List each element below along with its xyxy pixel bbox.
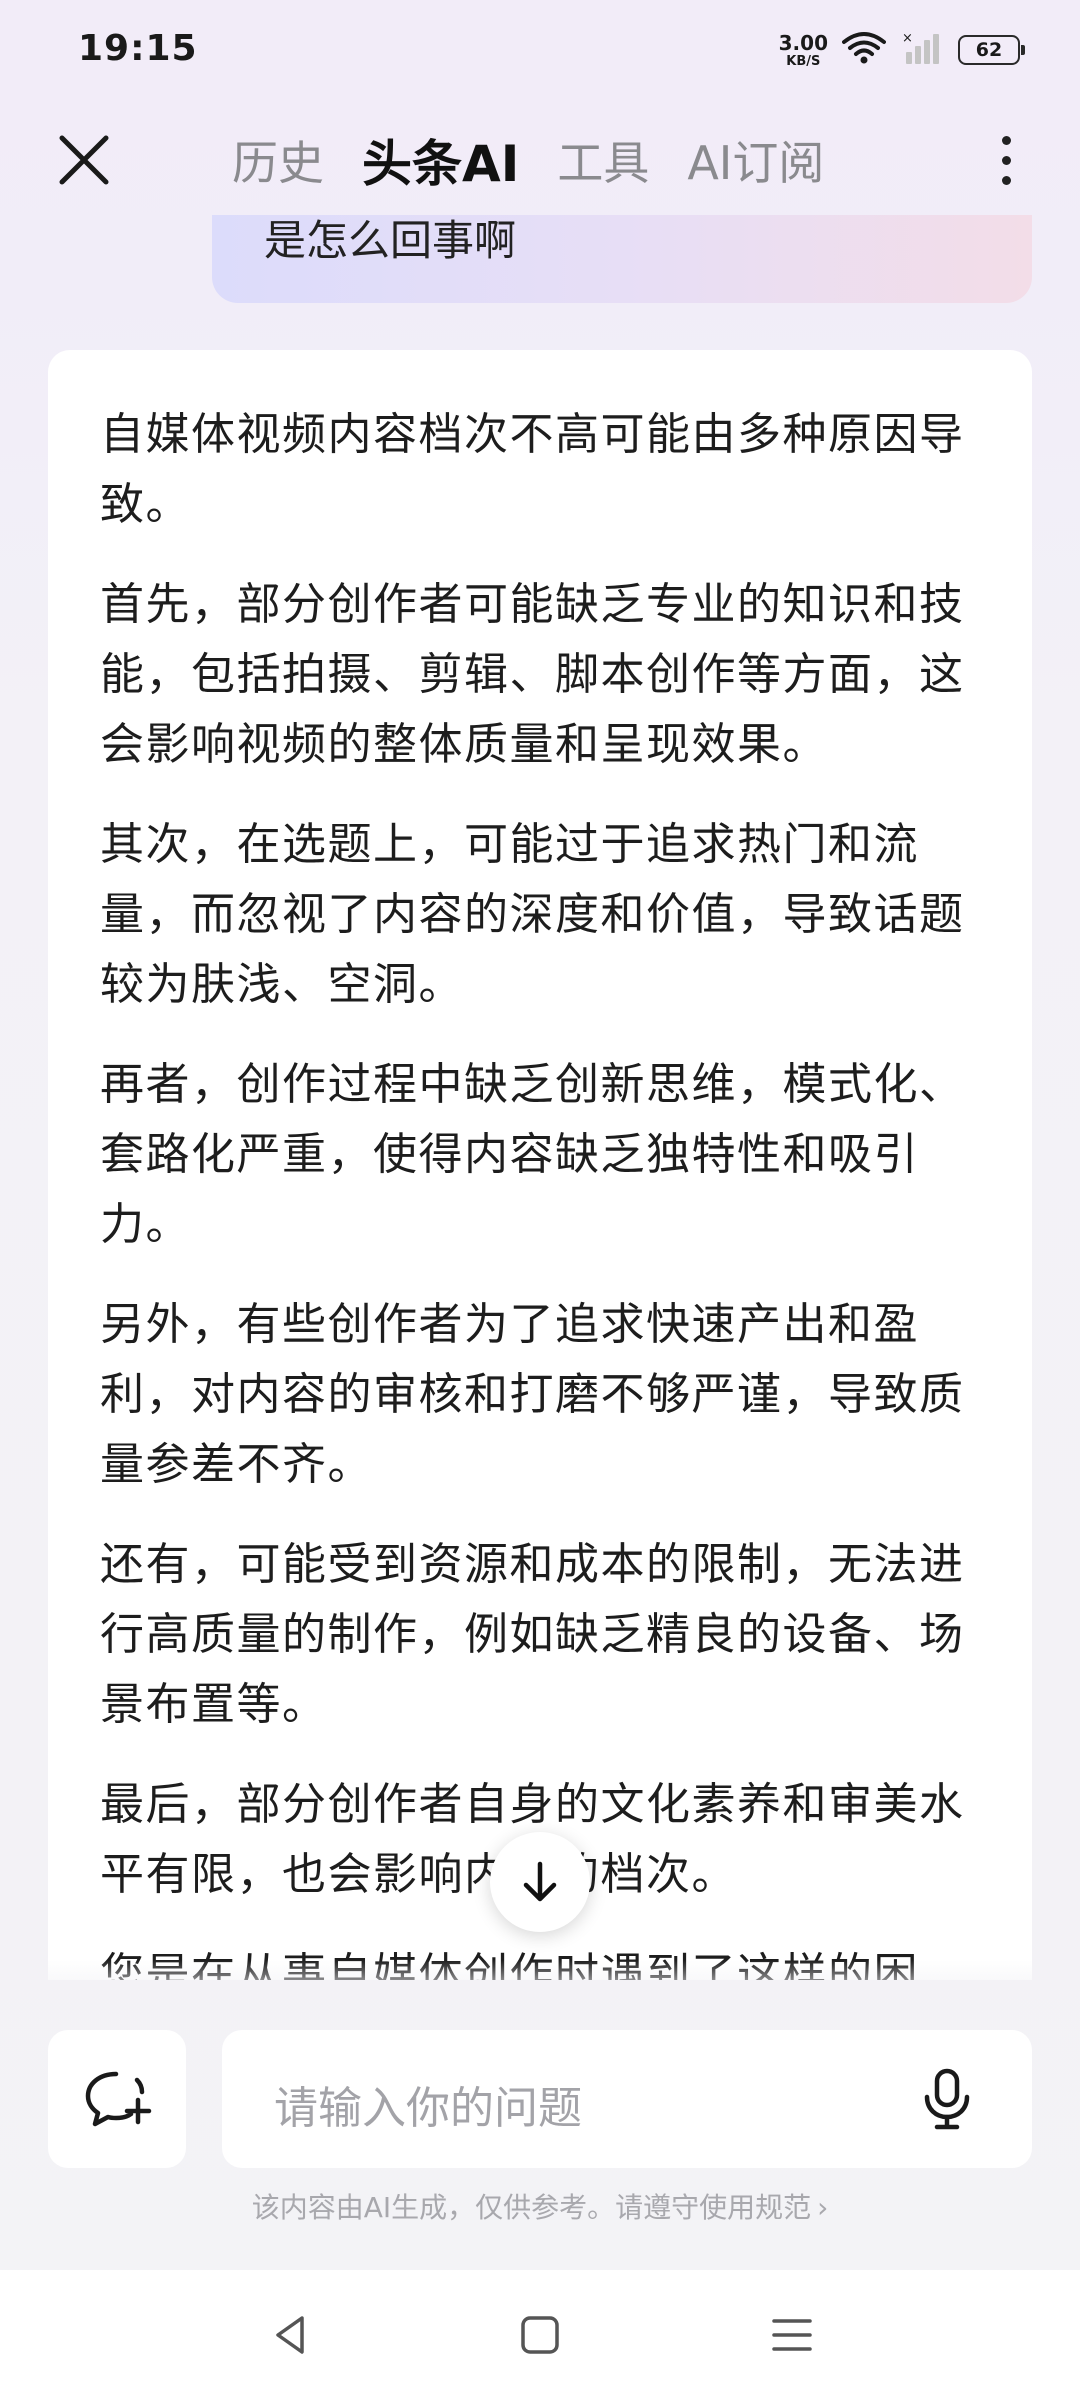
chat-area[interactable]: 是怎么回事啊 自媒体视频内容档次不高可能由多种原因导致。 首先，部分创作者可能缺… <box>0 215 1080 1980</box>
more-dot <box>1001 175 1011 185</box>
scroll-to-bottom-button[interactable] <box>490 1832 590 1932</box>
ai-answer-card: 自媒体视频内容档次不高可能由多种原因导致。 首先，部分创作者可能缺乏专业的知识和… <box>48 350 1032 1980</box>
answer-paragraph: 另外，有些创作者为了追求快速产出和盈利，对内容的审核和打磨不够严谨，导致质量参差… <box>100 1299 965 1490</box>
back-button[interactable] <box>250 2295 330 2375</box>
tab-bar: 历史 头条AI 工具 AI订阅 <box>232 124 824 196</box>
tab-ai-subscription[interactable]: AI订阅 <box>687 127 824 193</box>
answer-paragraph: 还有，可能受到资源和成本的限制，无法进行高质量的制作，例如缺乏精良的设备、场景布… <box>100 1539 965 1730</box>
status-bar: 19:15 3.00 KB/S × 62 <box>0 0 1080 100</box>
system-nav-bar <box>0 2270 1080 2400</box>
svg-text:×: × <box>902 31 913 46</box>
back-triangle-icon <box>276 2316 304 2354</box>
user-message-bubble: 是怎么回事啊 <box>212 215 1032 303</box>
user-message-text: 是怎么回事啊 <box>264 216 517 265</box>
status-icons: 3.00 KB/S × 62 <box>779 26 1025 74</box>
network-speed-unit: KB/S <box>786 53 821 69</box>
close-button[interactable] <box>48 124 120 196</box>
recents-button[interactable] <box>752 2295 832 2375</box>
fade-mask <box>0 1960 1080 1980</box>
wifi-icon <box>842 31 886 69</box>
signal-icon: × <box>900 30 944 70</box>
home-button[interactable] <box>500 2295 580 2375</box>
tab-toutiao-ai[interactable]: 头条AI <box>362 124 519 196</box>
network-speed: 3.00 KB/S <box>779 33 828 68</box>
voice-input-button[interactable] <box>912 2064 982 2134</box>
answer-paragraph: 自媒体视频内容档次不高可能由多种原因导致。 <box>100 409 965 530</box>
top-nav: 历史 头条AI 工具 AI订阅 <box>0 110 1080 210</box>
ai-disclaimer[interactable]: 该内容由AI生成，仅供参考。请遵守使用规范 › <box>0 2186 1080 2226</box>
question-input[interactable]: 请输入你的问题 <box>222 2030 1032 2168</box>
new-chat-button[interactable] <box>48 2030 186 2168</box>
more-dot <box>1001 155 1011 165</box>
battery-level: 62 <box>975 39 1003 61</box>
close-icon <box>59 135 109 185</box>
chevron-right-icon: › <box>817 2191 829 2224</box>
more-vertical-icon <box>1001 135 1011 145</box>
arrow-down-icon <box>523 1861 557 1902</box>
home-square-icon <box>521 2316 559 2354</box>
answer-paragraph: 再者，创作过程中缺乏创新思维，模式化、套路化严重，使得内容缺乏独特性和吸引力。 <box>100 1059 965 1250</box>
tab-tools[interactable]: 工具 <box>557 127 649 193</box>
menu-lines-icon <box>772 2319 812 2351</box>
network-speed-value: 3.00 <box>778 30 828 55</box>
status-time: 19:15 <box>78 28 198 69</box>
tab-history[interactable]: 历史 <box>232 127 324 193</box>
disclaimer-text: 该内容由AI生成，仅供参考。请遵守使用规范 <box>251 2191 812 2224</box>
microphone-icon <box>924 2068 970 2130</box>
more-options-button[interactable] <box>986 124 1026 196</box>
answer-paragraph: 其次，在选题上，可能过于追求热门和流量，而忽视了内容的深度和价值，导致话题较为肤… <box>100 819 965 1010</box>
answer-paragraph: 首先，部分创作者可能缺乏专业的知识和技能，包括拍摄、剪辑、脚本创作等方面，这会影… <box>100 579 965 770</box>
battery-indicator: 62 <box>958 35 1025 65</box>
chat-plus-icon <box>85 2071 152 2127</box>
input-placeholder: 请输入你的问题 <box>274 2083 582 2134</box>
